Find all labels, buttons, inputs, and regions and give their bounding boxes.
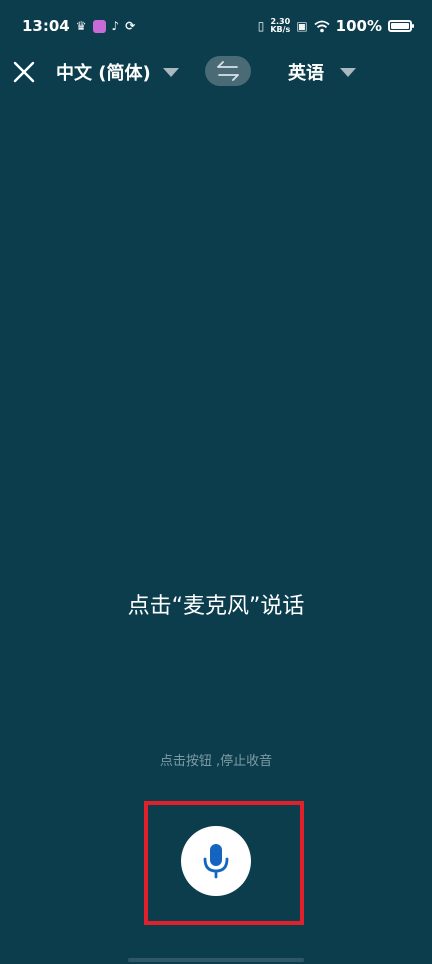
sync-icon: ⟳ bbox=[125, 19, 136, 33]
stop-recording-hint: 点击按钮 ,停止收音 bbox=[159, 754, 273, 769]
target-language-label: 英语 bbox=[288, 63, 324, 84]
chevron-down-icon bbox=[340, 67, 356, 77]
battery-icon bbox=[388, 20, 414, 32]
source-language-selector[interactable]: 中文 (简体) bbox=[56, 58, 179, 86]
crown-icon: ♛ bbox=[75, 19, 87, 33]
network-speed-unit: KB/s bbox=[270, 25, 291, 34]
home-indicator[interactable] bbox=[128, 958, 304, 962]
close-button[interactable] bbox=[10, 58, 38, 86]
network-speed: 2.30 KB/s bbox=[270, 18, 290, 34]
close-icon bbox=[13, 61, 35, 83]
swap-languages-button[interactable] bbox=[205, 56, 251, 86]
status-left: 13:04 ♛ ♪ ⟳ bbox=[22, 17, 135, 35]
speak-prompt: 点击“麦克风”说话 bbox=[127, 594, 305, 619]
sim-icon: ▣ bbox=[296, 19, 308, 33]
vibrate-icon: ▯ bbox=[257, 19, 265, 33]
status-bar: 13:04 ♛ ♪ ⟳ ▯ 2.30 KB/s ▣ 100% bbox=[0, 0, 432, 52]
language-toolbar: 中文 (简体) 英语 bbox=[0, 52, 432, 92]
app-notification-icon bbox=[92, 19, 106, 33]
wifi-icon bbox=[314, 20, 330, 32]
swap-icon bbox=[217, 61, 239, 81]
tiktok-icon: ♪ bbox=[111, 19, 120, 33]
status-time: 13:04 bbox=[22, 17, 70, 35]
target-language-selector[interactable]: 英语 bbox=[288, 58, 356, 86]
battery-percent: 100% bbox=[335, 17, 382, 35]
microphone-icon bbox=[203, 844, 229, 879]
source-language-label: 中文 (简体) bbox=[56, 63, 151, 84]
status-right: ▯ 2.30 KB/s ▣ 100% bbox=[257, 17, 414, 35]
chevron-down-icon bbox=[162, 67, 179, 77]
microphone-button[interactable] bbox=[181, 826, 251, 896]
